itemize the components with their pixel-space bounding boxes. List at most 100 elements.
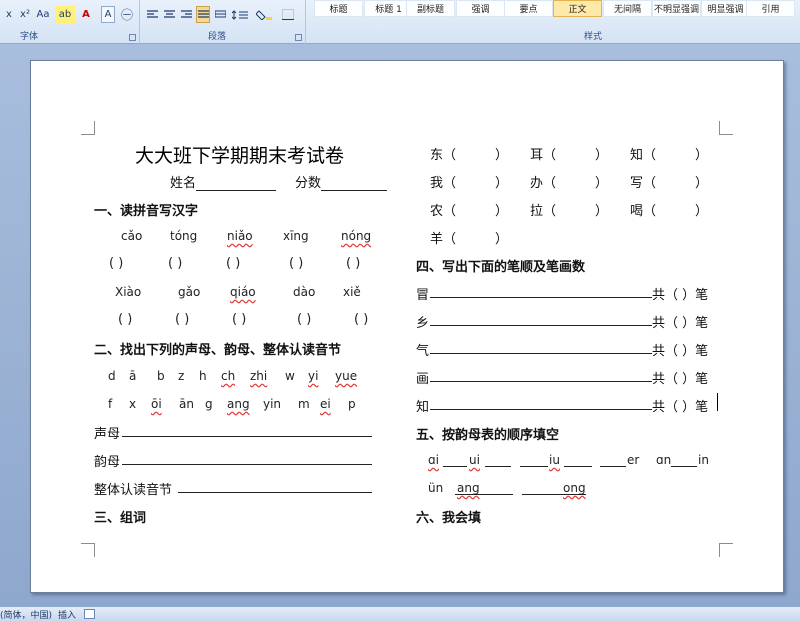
insert-mode-status[interactable]: 插入 xyxy=(58,608,76,621)
section-5-heading: 五、按韵母表的顺序填空 xyxy=(416,428,560,443)
paragraph-dialog-launcher-icon[interactable] xyxy=(295,34,302,41)
status-bar: (简体，中国) 插入 xyxy=(0,606,800,621)
answer-paren[interactable]: ( ) xyxy=(354,312,368,327)
answer-line[interactable] xyxy=(443,466,467,467)
superscript-button[interactable]: x² xyxy=(17,6,33,23)
rhyme-item: ɑn xyxy=(656,453,672,467)
highlight-button[interactable]: ab xyxy=(55,6,75,23)
answer-line[interactable] xyxy=(430,381,652,382)
justify-icon[interactable] xyxy=(196,6,210,23)
answer-paren[interactable]: ( ) xyxy=(232,312,246,327)
letter-item: d xyxy=(108,369,116,383)
answer-paren[interactable]: ( ) xyxy=(175,312,189,327)
char-item: 喝（ ） xyxy=(630,204,709,219)
borders-icon[interactable] xyxy=(278,6,298,23)
align-right-icon[interactable] xyxy=(179,6,193,23)
section-2-heading: 二、找出下列的声母、韵母、整体认读音节 xyxy=(94,343,342,358)
answer-line[interactable] xyxy=(122,464,372,465)
letter-item: p xyxy=(348,397,356,411)
letter-item: yin xyxy=(263,397,282,411)
align-center-icon[interactable] xyxy=(162,6,176,23)
letter-item: x xyxy=(129,397,137,411)
letter-item: yue xyxy=(335,369,358,383)
answer-line[interactable] xyxy=(122,436,372,437)
pinyin-item: xīng xyxy=(283,229,309,243)
answer-paren[interactable]: ( ) xyxy=(168,256,182,271)
score-label: 分数 xyxy=(295,172,388,191)
char-shading-button[interactable]: A xyxy=(101,6,115,23)
subscript-button[interactable]: x xyxy=(2,6,16,23)
answer-paren[interactable]: ( ) xyxy=(346,256,360,271)
answer-line[interactable] xyxy=(178,492,372,493)
stroke-count[interactable]: 共（ ）笔 xyxy=(652,312,708,331)
answer-line[interactable] xyxy=(430,325,652,326)
rhyme-item: ɑi xyxy=(428,453,439,467)
char-item: 农（ ） xyxy=(430,204,509,219)
style-no-spacing[interactable]: 无间隔 xyxy=(603,0,652,17)
answer-paren[interactable]: ( ) xyxy=(109,256,123,271)
letter-item: b xyxy=(157,369,165,383)
styles-group: 标题 标题 1 副标题 强调 要点 正文 无间隔 不明显强调 明显强调 引用 样… xyxy=(306,0,800,44)
yunmu-label: 韵母 xyxy=(94,455,121,470)
style-key-point[interactable]: 要点 xyxy=(504,0,553,17)
answer-paren[interactable]: ( ) xyxy=(226,256,240,271)
answer-line[interactable] xyxy=(600,466,626,467)
distributed-icon[interactable] xyxy=(213,6,227,23)
letter-item: f xyxy=(108,397,113,411)
answer-line[interactable] xyxy=(564,466,592,467)
answer-line[interactable] xyxy=(430,353,652,354)
pinyin-item: gǎo xyxy=(178,285,201,299)
letter-item: ōi xyxy=(151,397,162,411)
letter-item: ang xyxy=(227,397,250,411)
pinyin-item: xiě xyxy=(343,285,361,299)
letter-item: ch xyxy=(221,369,236,383)
macro-record-icon[interactable] xyxy=(84,609,95,619)
corner-mark xyxy=(719,543,733,557)
stroke-count[interactable]: 共（ ）笔 xyxy=(652,368,708,387)
rhyme-item: er xyxy=(627,453,640,467)
change-case-button[interactable]: Aa xyxy=(34,6,52,23)
corner-mark xyxy=(81,121,95,135)
answer-line[interactable] xyxy=(485,466,511,467)
style-subtitle[interactable]: 副标题 xyxy=(406,0,455,17)
stroke-char: 乡 xyxy=(416,316,430,331)
style-emphasis[interactable]: 强调 xyxy=(456,0,505,17)
stroke-char: 知 xyxy=(416,400,430,415)
font-dialog-launcher-icon[interactable] xyxy=(129,34,136,41)
answer-line[interactable] xyxy=(430,409,652,410)
pinyin-item: niǎo xyxy=(227,229,253,243)
char-item: 写（ ） xyxy=(630,176,709,191)
style-heading[interactable]: 标题 xyxy=(314,0,363,17)
letter-item: ān xyxy=(179,397,194,411)
style-subtle-emphasis[interactable]: 不明显强调 xyxy=(652,0,701,17)
paragraph-group-label: 段落 xyxy=(208,32,227,42)
pinyin-item: qiáo xyxy=(230,285,256,299)
language-status[interactable]: (简体，中国) xyxy=(0,608,52,621)
style-intense-emphasis[interactable]: 明显强调 xyxy=(701,0,750,17)
char-item: 拉（ ） xyxy=(530,204,609,219)
letter-item: g xyxy=(205,397,213,411)
answer-line[interactable] xyxy=(520,466,548,467)
style-quote[interactable]: 引用 xyxy=(746,0,795,17)
pinyin-item: Xiào xyxy=(115,285,142,299)
stroke-count[interactable]: 共（ ）笔 xyxy=(652,284,708,303)
align-left-icon[interactable] xyxy=(145,6,159,23)
font-group: x x² Aa ab A A ㊀ 字体 xyxy=(0,0,140,44)
font-color-button[interactable]: A xyxy=(78,6,94,23)
rhyme-item: ün xyxy=(428,481,444,495)
answer-paren[interactable]: ( ) xyxy=(297,312,311,327)
style-normal[interactable]: 正文 xyxy=(553,0,602,17)
styles-group-label: 样式 xyxy=(584,32,603,42)
line-spacing-icon[interactable] xyxy=(230,6,250,23)
letter-item: w xyxy=(285,369,295,383)
enclose-char-button[interactable]: ㊀ xyxy=(119,6,135,23)
stroke-count[interactable]: 共（ ）笔 xyxy=(652,396,708,415)
section-4-heading: 四、写出下面的笔顺及笔画数 xyxy=(416,260,586,275)
answer-line[interactable] xyxy=(430,297,652,298)
answer-line[interactable] xyxy=(671,466,697,467)
rhyme-item: ui xyxy=(469,453,480,467)
answer-paren[interactable]: ( ) xyxy=(289,256,303,271)
answer-paren[interactable]: ( ) xyxy=(118,312,132,327)
stroke-count[interactable]: 共（ ）笔 xyxy=(652,340,708,359)
shading-icon[interactable] xyxy=(254,6,274,23)
